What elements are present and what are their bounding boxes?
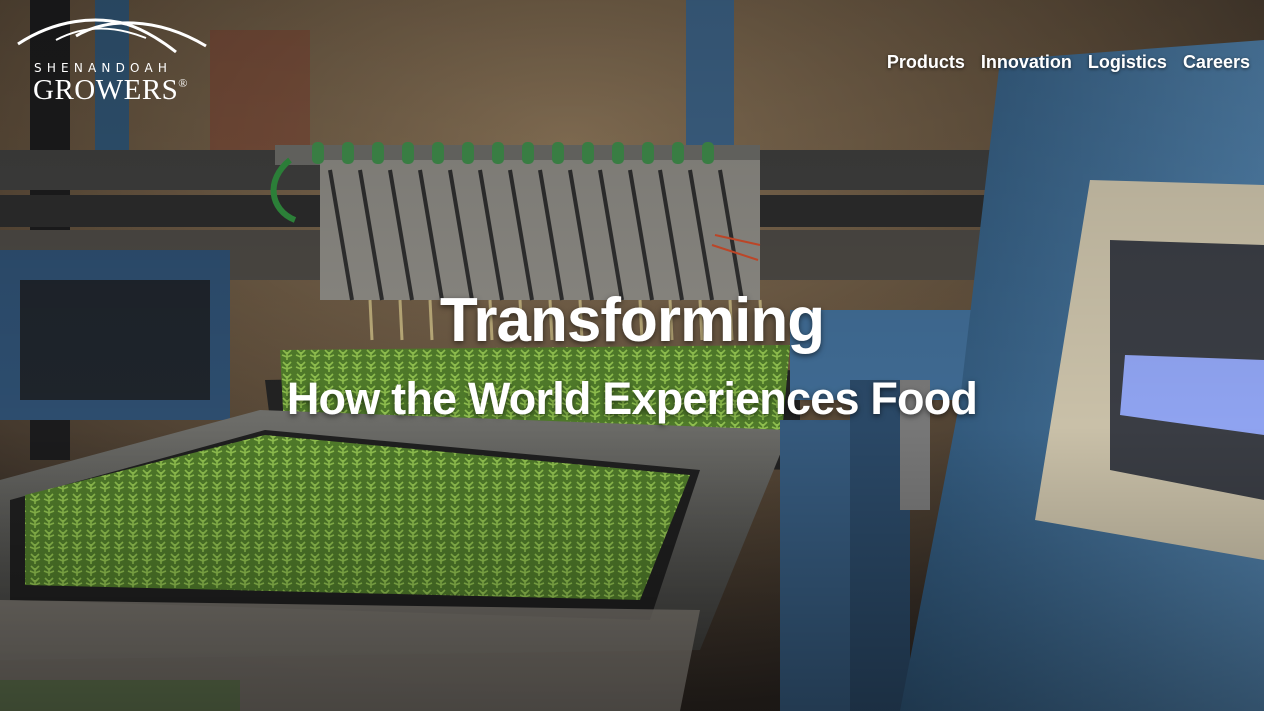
nav-item-products[interactable]: Products (887, 52, 965, 73)
registered-mark: ® (178, 76, 188, 90)
main-nav: Products Innovation Logistics Careers (887, 52, 1250, 73)
brand-name-large: GROWERS® (33, 74, 188, 107)
brand-name-text: GROWERS (33, 74, 179, 106)
brand-logo[interactable]: SHENANDOAH GROWERS® (16, 14, 212, 110)
hero-subtitle: How the World Experiences Food (286, 373, 978, 424)
nav-item-innovation[interactable]: Innovation (981, 52, 1072, 73)
hero-title: Transforming (439, 286, 825, 355)
hero-headline: Transforming How the World Experiences F… (0, 285, 1264, 427)
hills-logo-icon (17, 18, 207, 54)
brand-name-small: SHENANDOAH (34, 61, 173, 75)
nav-item-careers[interactable]: Careers (1183, 52, 1250, 73)
nav-item-logistics[interactable]: Logistics (1088, 52, 1167, 73)
